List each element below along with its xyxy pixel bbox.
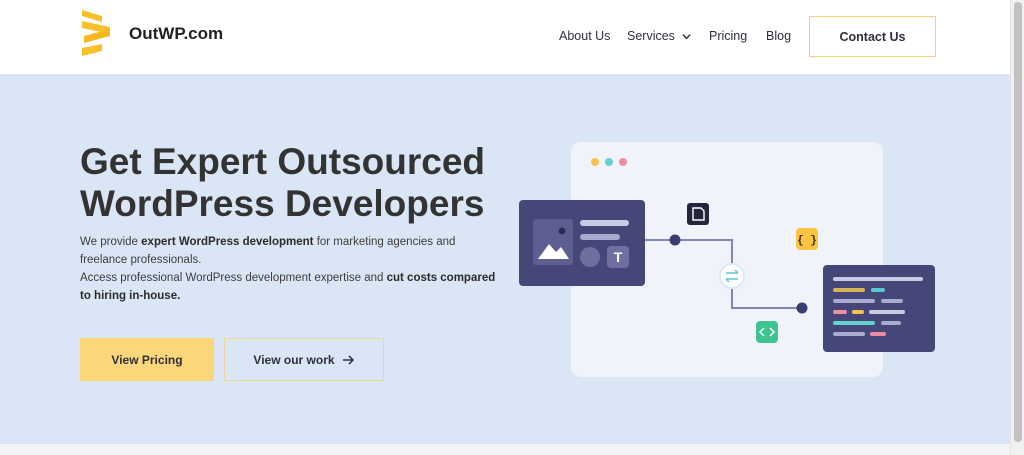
chevron-down-icon bbox=[682, 33, 691, 39]
brand-name[interactable]: OutWP.com bbox=[129, 24, 223, 44]
nav-services[interactable]: Services bbox=[627, 29, 692, 43]
hero-description: We provide expert WordPress development … bbox=[80, 233, 500, 305]
circle-placeholder bbox=[580, 247, 600, 267]
desc-text: We provide bbox=[80, 236, 142, 248]
svg-text:T: T bbox=[614, 249, 623, 265]
swap-icon bbox=[719, 263, 745, 289]
scrollbar-thumb[interactable] bbox=[1014, 2, 1022, 442]
contact-us-button[interactable]: Contact Us bbox=[809, 16, 936, 57]
desc-text: Access professional WordPress developmen… bbox=[80, 272, 387, 284]
window-dot-pink bbox=[619, 158, 627, 166]
page-scrollbar[interactable] bbox=[1010, 0, 1024, 455]
next-section-edge bbox=[0, 444, 1010, 455]
hero-title: Get Expert Outsourced WordPress Develope… bbox=[80, 141, 486, 224]
desc-emphasis: expert WordPress development bbox=[141, 236, 314, 248]
logo-icon[interactable] bbox=[80, 8, 114, 58]
nav-about-us[interactable]: About Us bbox=[559, 29, 610, 43]
file-icon bbox=[687, 203, 709, 225]
arrow-right-icon bbox=[342, 354, 354, 365]
view-our-work-button[interactable]: View our work bbox=[224, 338, 384, 381]
window-dot-yellow bbox=[591, 158, 599, 166]
nav-services-label: Services bbox=[627, 29, 675, 43]
nav-blog[interactable]: Blog bbox=[766, 29, 791, 43]
site-header: OutWP.com About Us Services Pricing Blog… bbox=[0, 0, 1010, 74]
hero-description-line-2: Access professional WordPress developmen… bbox=[80, 269, 500, 305]
svg-text:{ }: { } bbox=[797, 235, 817, 247]
connector-node-2 bbox=[796, 302, 808, 314]
view-our-work-label: View our work bbox=[253, 352, 335, 367]
workflow-illustration: T { } bbox=[519, 142, 935, 377]
view-pricing-button[interactable]: View Pricing bbox=[80, 338, 214, 381]
hero-section: Get Expert Outsourced WordPress Develope… bbox=[0, 74, 1010, 444]
nav-pricing[interactable]: Pricing bbox=[709, 29, 747, 43]
hero-description-line-1: We provide expert WordPress development … bbox=[80, 233, 500, 269]
window-dot-teal bbox=[605, 158, 613, 166]
connector-node-1 bbox=[669, 234, 681, 246]
